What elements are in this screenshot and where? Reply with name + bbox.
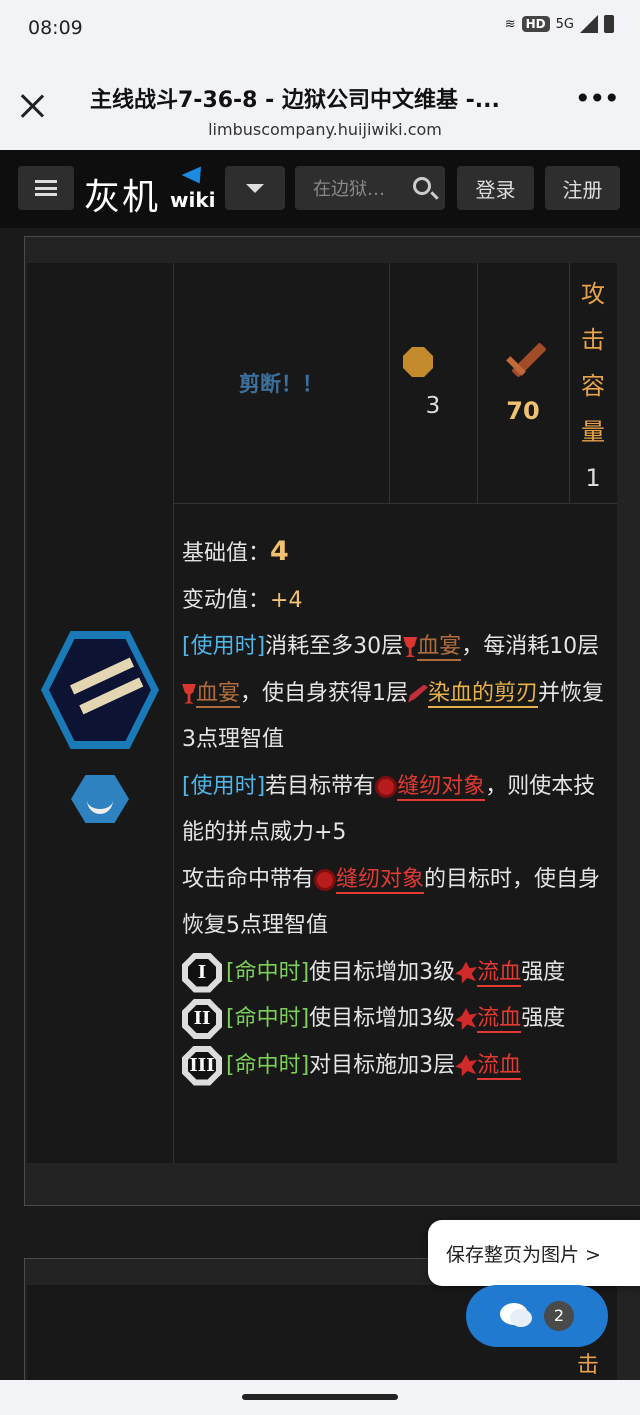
wifi-icon: ≋ bbox=[504, 16, 516, 32]
coin-icon bbox=[403, 347, 433, 377]
attack-cap-value: 1 bbox=[585, 464, 601, 492]
coin-effect-2: II [命中时]使目标增加3级 流血强度 bbox=[182, 996, 610, 1043]
attack-capacity-cell: 攻 击 容 量 1 bbox=[569, 263, 617, 503]
effect-on-use-1: [使用时]消耗至多30层 血宴，每消耗10层血宴，使自身获得1层 染血的剪刃并恢复3… bbox=[182, 634, 605, 752]
site-dropdown-button[interactable] bbox=[225, 166, 285, 210]
bleed-icon bbox=[455, 961, 478, 984]
network-label: 5G bbox=[555, 16, 574, 32]
keyword-suture-target[interactable]: 缝纫对象 bbox=[397, 773, 486, 801]
feast-icon bbox=[182, 683, 196, 704]
skill-icon-column bbox=[27, 503, 173, 1163]
coin-effect-1: I [命中时]使目标增加3级 流血强度 bbox=[182, 950, 610, 997]
page-title: 主线战斗7-36-8 - 边狱公司中文维基 -... bbox=[90, 88, 500, 113]
comment-count-badge: 2 bbox=[544, 1301, 574, 1331]
attack-type-icon bbox=[71, 775, 129, 823]
nav-menu-button[interactable] bbox=[18, 166, 74, 210]
suture-icon bbox=[375, 775, 398, 798]
keyword-bleed[interactable]: 流血 bbox=[477, 959, 522, 987]
signal-icon bbox=[580, 15, 598, 33]
effect-on-hit-target: 攻击命中带有 缝纫对象的目标时，使自身恢复5点理智值 bbox=[182, 866, 601, 938]
hamburger-icon bbox=[35, 180, 57, 196]
bleed-icon bbox=[455, 1008, 478, 1030]
logo-wiki: wiki bbox=[170, 188, 216, 212]
home-gesture-handle[interactable] bbox=[242, 1394, 398, 1400]
divider bbox=[173, 503, 617, 504]
register-button[interactable]: 注册 bbox=[545, 166, 620, 210]
bleed-icon bbox=[455, 1054, 478, 1077]
attack-cap-char: 击 bbox=[577, 1353, 600, 1378]
keyword-feast[interactable]: 血宴 bbox=[417, 634, 462, 661]
skill-card: 剪断！！ 3 70 攻 击 容 量 1 基础值：4 变动值：+4 [使用时]消耗… bbox=[24, 236, 640, 1206]
save-page-as-image-button[interactable]: 保存整页为图片 > bbox=[428, 1220, 640, 1286]
attack-cap-char: 量 bbox=[581, 418, 605, 446]
more-options-icon[interactable]: ••• bbox=[574, 85, 620, 113]
keyword-bloody-shears[interactable]: 染血的剪刃 bbox=[428, 680, 539, 708]
base-value: 4 bbox=[270, 536, 289, 567]
login-button[interactable]: 登录 bbox=[457, 166, 534, 210]
browser-toolbar: 主线战斗7-36-8 - 边狱公司中文维基 -... limbuscompany… bbox=[0, 58, 640, 150]
search-icon[interactable] bbox=[413, 177, 431, 195]
logo-text: 灰机 bbox=[84, 177, 161, 218]
coin-1-icon: I bbox=[182, 952, 222, 993]
effect-on-use-2: [使用时]若目标带有 缝纫对象，则使本技能的拼点威力+5 bbox=[182, 773, 596, 845]
battery-icon bbox=[604, 15, 614, 33]
attack-power-cell: 70 bbox=[477, 263, 569, 503]
site-logo[interactable]: 灰机 wiki bbox=[84, 160, 224, 218]
chat-icon-back bbox=[510, 1309, 532, 1327]
system-nav-bar bbox=[0, 1380, 640, 1415]
coin-count-cell: 3 bbox=[389, 263, 477, 503]
status-icons: ≋ HD 5G bbox=[505, 15, 614, 33]
attack-power: 70 bbox=[506, 397, 540, 425]
status-bar: 08:09 ≋ HD 5G bbox=[0, 0, 640, 58]
hd-icon: HD bbox=[521, 16, 550, 32]
coin-effect-3: III [命中时]对目标施加3层 流血 bbox=[182, 1043, 610, 1090]
suture-icon bbox=[314, 868, 337, 891]
close-icon[interactable] bbox=[18, 92, 46, 120]
attack-cap-char: 击 bbox=[581, 326, 605, 354]
shears-icon bbox=[408, 684, 429, 703]
search-input[interactable]: 在边狱… bbox=[295, 166, 445, 210]
sword-icon bbox=[499, 333, 547, 385]
site-header: 灰机 wiki 在边狱… 登录 注册 bbox=[0, 150, 640, 228]
feast-icon bbox=[403, 637, 418, 657]
attack-cap-char: 容 bbox=[581, 372, 605, 400]
paper-plane-icon bbox=[181, 160, 207, 184]
keyword-bleed[interactable]: 流血 bbox=[477, 1006, 522, 1033]
page-url[interactable]: limbuscompany.huijiwiki.com bbox=[90, 120, 560, 139]
skill-table: 剪断！！ 3 70 攻 击 容 量 1 基础值：4 变动值：+4 [使用时]消耗… bbox=[27, 263, 617, 1163]
keyword-suture-target[interactable]: 缝纫对象 bbox=[336, 866, 425, 894]
attack-cap-char: 攻 bbox=[581, 280, 605, 308]
skill-emblem-icon bbox=[41, 631, 159, 749]
base-value-line: 基础值：4 bbox=[182, 536, 289, 567]
coin-count: 3 bbox=[425, 393, 441, 419]
chevron-down-icon bbox=[246, 183, 264, 193]
keyword-feast[interactable]: 血宴 bbox=[196, 680, 241, 708]
skill-name: 剪断！！ bbox=[239, 372, 323, 396]
skill-description: 基础值：4 变动值：+4 [使用时]消耗至多30层 血宴，每消耗10层血宴，使自身… bbox=[182, 529, 610, 1089]
variance-value: +4 bbox=[270, 587, 303, 613]
comments-button[interactable]: 2 bbox=[466, 1285, 608, 1347]
clock: 08:09 bbox=[28, 17, 83, 39]
coin-3-icon: III bbox=[182, 1045, 222, 1086]
search-placeholder: 在边狱… bbox=[313, 179, 385, 200]
variance-line: 变动值：+4 bbox=[182, 587, 303, 613]
keyword-bleed[interactable]: 流血 bbox=[477, 1052, 522, 1080]
coin-2-icon: II bbox=[182, 999, 222, 1039]
